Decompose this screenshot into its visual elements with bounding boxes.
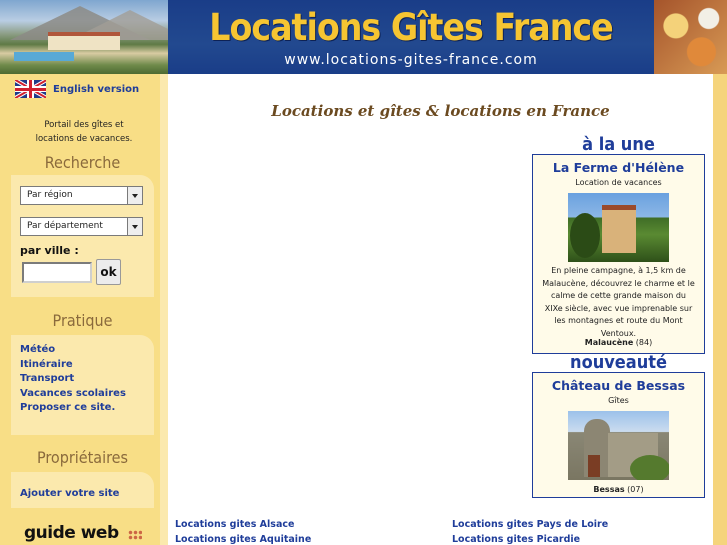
- new-listing-name[interactable]: Château de Bessas: [533, 378, 704, 393]
- new-listing-type: Gîtes: [608, 396, 629, 405]
- region-links-right: Locations gites Pays de Loire Locations …: [452, 518, 608, 545]
- page-title: Locations et gîtes & locations en France: [271, 102, 610, 120]
- tagline-line-1: Portail des gîtes et: [44, 120, 124, 130]
- header-logo[interactable]: Locations Gîtes France www.locations-git…: [168, 0, 654, 74]
- right-edge-strip: [713, 74, 727, 545]
- new-listing-dept: (07): [627, 485, 644, 494]
- link-proposer-site[interactable]: Proposer ce site.: [20, 401, 126, 416]
- link-ajouter-site[interactable]: Ajouter votre site: [20, 487, 119, 502]
- sidebar-tagline: Portail des gîtes et locations de vacanc…: [0, 118, 168, 146]
- city-input[interactable]: [22, 262, 92, 283]
- uk-flag-icon: [15, 80, 46, 98]
- guideweb-logo-dots: [128, 530, 142, 540]
- site-title: Locations Gîtes France: [209, 6, 613, 49]
- region-select-value: Par région: [27, 190, 73, 200]
- pratique-links: Météo Itinéraire Transport Vacances scol…: [20, 343, 126, 416]
- pratique-title: Pratique: [52, 311, 113, 330]
- english-version-label: English version: [53, 83, 140, 95]
- site-url: www.locations-gites-france.com: [284, 52, 538, 68]
- featured-listing-town: Malaucène: [584, 338, 634, 347]
- departement-select[interactable]: Par département: [20, 217, 143, 236]
- page: Locations Gîtes France www.locations-git…: [0, 0, 727, 545]
- departement-select-value: Par département: [27, 221, 103, 231]
- tagline-line-2: locations de vacances.: [35, 134, 133, 144]
- english-version-link[interactable]: English version: [15, 80, 139, 98]
- featured-listing-card[interactable]: La Ferme d'Hélène Location de vacances E…: [532, 154, 705, 354]
- nouveaute-heading: nouveauté: [570, 352, 667, 373]
- new-listing-town: Bessas: [593, 485, 625, 494]
- featured-listing-type: Location de vacances: [575, 178, 662, 187]
- link-itineraire[interactable]: Itinéraire: [20, 358, 126, 373]
- proprietaires-links: Ajouter votre site: [20, 487, 119, 502]
- guideweb-logo[interactable]: guide web: [24, 523, 119, 543]
- link-transport[interactable]: Transport: [20, 372, 126, 387]
- featured-listing-dept: (84): [635, 338, 653, 347]
- new-listing-location: Bessas (07): [533, 485, 704, 494]
- ok-button[interactable]: ok: [96, 259, 121, 285]
- header-banner: Locations Gîtes France www.locations-git…: [0, 0, 727, 74]
- link-meteo[interactable]: Météo: [20, 343, 126, 358]
- featured-listing-location: Malaucène (84): [533, 338, 704, 347]
- proprietaires-title: Propriétaires: [36, 448, 129, 467]
- featured-listing-name[interactable]: La Ferme d'Hélène: [533, 160, 704, 175]
- featured-listing-description: En pleine campagne, à 1,5 km de Malaucèn…: [542, 266, 695, 338]
- search-title: Recherche: [44, 153, 121, 172]
- region-select[interactable]: Par région: [20, 186, 143, 205]
- new-listing-card[interactable]: Château de Bessas Gîtes Bessas (07): [532, 372, 705, 498]
- link-gites-pays-de-loire[interactable]: Locations gites Pays de Loire: [452, 518, 608, 533]
- chevron-down-icon: [127, 218, 142, 235]
- region-links-left: Locations gites Alsace Locations gites A…: [175, 518, 311, 545]
- link-gites-alsace[interactable]: Locations gites Alsace: [175, 518, 311, 533]
- link-gites-picardie[interactable]: Locations gites Picardie: [452, 533, 608, 545]
- featured-listing-photo[interactable]: [568, 193, 669, 262]
- chevron-down-icon: [127, 187, 142, 204]
- link-vacances-scolaires[interactable]: Vacances scolaires: [20, 387, 126, 402]
- city-label: par ville :: [20, 244, 79, 257]
- new-listing-photo[interactable]: [568, 411, 669, 480]
- link-gites-aquitaine[interactable]: Locations gites Aquitaine: [175, 533, 311, 545]
- a-la-une-heading: à la une: [582, 134, 655, 155]
- header-photo-breakfast: [654, 0, 727, 74]
- header-photo-villa: [0, 0, 168, 74]
